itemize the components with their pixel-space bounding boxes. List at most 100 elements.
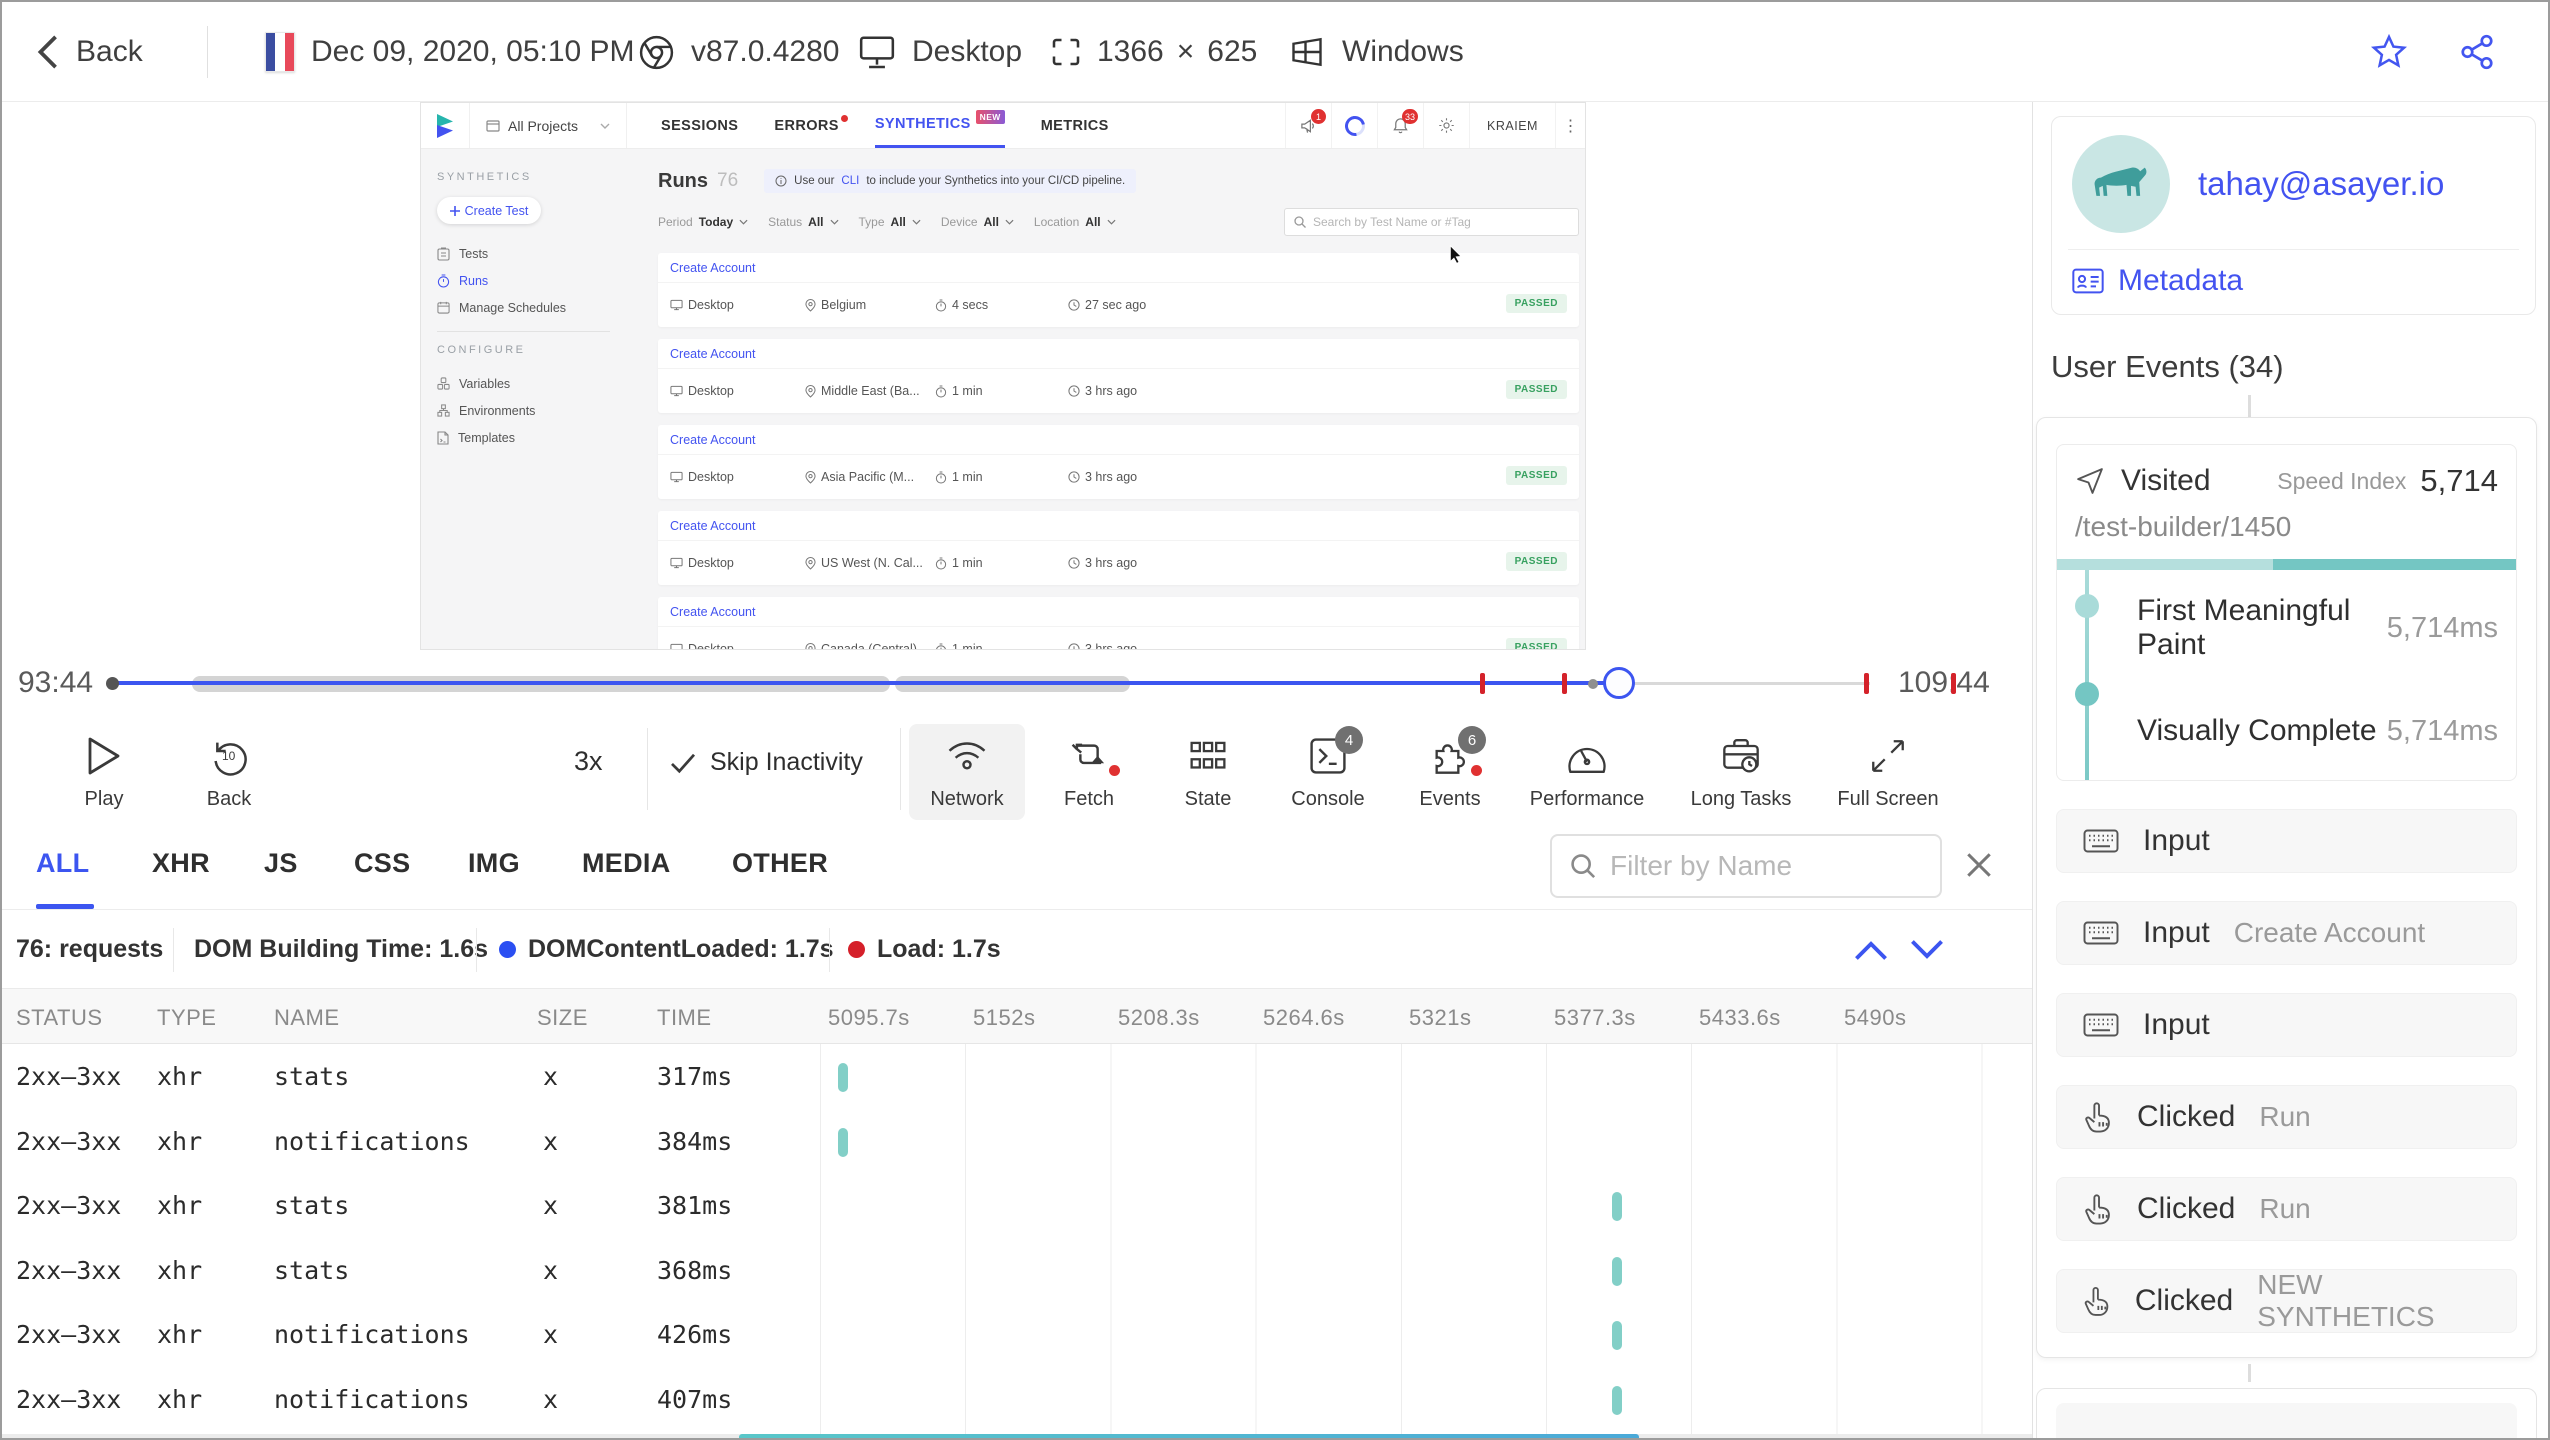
col-type[interactable]: TYPE [157, 1005, 216, 1031]
play-button[interactable]: Play [54, 724, 154, 820]
filter-by-name-input[interactable]: Filter by Name [1550, 834, 1942, 898]
state-panel-button[interactable]: State [1150, 724, 1266, 820]
favorite-button[interactable] [2370, 2, 2408, 102]
events-panel-button[interactable]: 6 Events [1392, 724, 1508, 820]
event-marker[interactable] [1562, 673, 1567, 694]
metadata-button[interactable]: Metadata [2072, 264, 2515, 298]
player-timeline[interactable]: 93:44 109:44 [2, 650, 2032, 714]
horizontal-scrollbar[interactable] [2, 1434, 2032, 1438]
event-item-clicked[interactable]: Clicked Run [2056, 1177, 2517, 1241]
network-panel-button[interactable]: Network [909, 724, 1025, 820]
tab-sessions[interactable]: SESSIONS [661, 103, 738, 148]
back-button[interactable]: Back [36, 2, 143, 102]
scrollbar-thumb[interactable] [739, 1434, 1639, 1438]
event-item-input[interactable]: Input [2056, 809, 2517, 873]
long-tasks-panel-button[interactable]: Long Tasks [1674, 724, 1808, 820]
console-panel-button[interactable]: 4 Console [1270, 724, 1386, 820]
sidebar-item-runs[interactable]: Runs [437, 267, 626, 294]
filter-device[interactable]: Device All [941, 215, 1014, 229]
event-item-clicked[interactable]: Clicked NEW SYNTHETICS [2056, 1269, 2517, 1333]
tab-other[interactable]: OTHER [732, 848, 828, 879]
run-name-link[interactable]: Create Account [658, 425, 1579, 455]
tab-css[interactable]: CSS [354, 848, 410, 879]
chevron-down-icon [912, 219, 921, 225]
country-flag-icon [265, 32, 295, 72]
timeline-scrubber[interactable] [1603, 667, 1635, 699]
speed-toggle[interactable]: 3x [574, 746, 603, 777]
sidebar-item-templates[interactable]: Templates [437, 424, 626, 451]
tab-js[interactable]: JS [264, 848, 298, 879]
request-row[interactable]: 2xx–3xx xhr notifications x 426ms [2, 1303, 2032, 1368]
event-marker[interactable] [1480, 673, 1485, 694]
run-card[interactable]: Create Account Desktop Middle East (Ba..… [658, 339, 1579, 413]
run-card[interactable]: Create Account Desktop Asia Pacific (M..… [658, 425, 1579, 499]
run-card[interactable]: Create Account Desktop US West (N. Cal..… [658, 511, 1579, 585]
sidebar-item-manage-schedules[interactable]: Manage Schedules [437, 294, 626, 321]
filter-type[interactable]: Type All [859, 215, 921, 229]
monitor-icon [670, 299, 683, 311]
network-panel: ALL XHR JS CSS IMG MEDIA OTHER Filter by… [2, 824, 2032, 1438]
performance-panel-button[interactable]: Performance [1514, 724, 1660, 820]
request-row[interactable]: 2xx–3xx xhr notifications x 384ms [2, 1110, 2032, 1175]
jump-prev-button[interactable] [1854, 938, 1888, 962]
event-marker[interactable] [1951, 673, 1956, 694]
full-screen-button[interactable]: Full Screen [1818, 724, 1958, 820]
test-search-input[interactable]: Search by Test Name or #Tag [1284, 208, 1579, 236]
sidebar-item-environments[interactable]: Environments [437, 397, 626, 424]
topbar: Back Dec 09, 2020, 05:10 PM v87.0.4280 D… [2, 2, 2548, 102]
kebab-menu[interactable]: ⋮ [1555, 103, 1585, 148]
filter-status[interactable]: Status All [768, 215, 839, 229]
create-test-button[interactable]: Create Test [437, 197, 541, 224]
tab-metrics[interactable]: METRICS [1041, 103, 1109, 148]
user-email-link[interactable]: tahay@asayer.io [2198, 165, 2444, 203]
request-row[interactable]: 2xx–3xx xhr notifications x 407ms [2, 1368, 2032, 1433]
tab-errors[interactable]: ERRORS [774, 103, 848, 148]
event-item-clicked[interactable]: Clicked Run [2056, 1085, 2517, 1149]
event-item[interactable] [2056, 1403, 2517, 1438]
tab-synthetics[interactable]: SYNTHETICS NEW [874, 103, 1005, 148]
announcements-button[interactable]: 1 [1285, 103, 1331, 148]
fetch-panel-button[interactable]: Fetch [1031, 724, 1147, 820]
waterfall-bar [838, 1127, 848, 1157]
event-item-input[interactable]: Input Create Account [2056, 901, 2517, 965]
run-card[interactable]: Create Account Desktop Belgium 4 secs 27… [658, 253, 1579, 327]
run-card[interactable]: Create Account Desktop Canada (Central) … [658, 597, 1579, 649]
event-marker[interactable] [1864, 673, 1869, 694]
filter-period[interactable]: Period Today [658, 215, 748, 229]
tab-all[interactable]: ALL [36, 848, 89, 879]
run-name-link[interactable]: Create Account [658, 253, 1579, 283]
request-row[interactable]: 2xx–3xx xhr stats x 317ms [2, 1045, 2032, 1110]
filter-location[interactable]: Location All [1034, 215, 1116, 229]
close-icon[interactable] [1964, 850, 1994, 880]
user-menu[interactable]: KRAIEM [1469, 103, 1555, 148]
time-col-label: 5152s [973, 1005, 1036, 1030]
settings-button[interactable] [1423, 103, 1469, 148]
replay-app-tabs: SESSIONS ERRORS SYNTHETICS NEW METRICS [661, 103, 1109, 148]
request-row[interactable]: 2xx–3xx xhr stats x 381ms [2, 1174, 2032, 1239]
sidebar-item-tests[interactable]: Tests [437, 240, 626, 267]
tab-xhr[interactable]: XHR [152, 848, 210, 879]
col-status[interactable]: STATUS [16, 1005, 103, 1031]
tab-img[interactable]: IMG [468, 848, 520, 879]
clock-icon [1068, 299, 1080, 311]
fullscreen-icon [1872, 740, 1904, 772]
notifications-button[interactable]: 33 [1377, 103, 1423, 148]
sidebar-section-synthetics: SYNTHETICS [437, 171, 532, 183]
run-name-link[interactable]: Create Account [658, 339, 1579, 369]
share-button[interactable] [2458, 2, 2496, 102]
cli-link[interactable]: CLI [841, 175, 859, 187]
jump-next-button[interactable] [1910, 938, 1944, 962]
tab-media[interactable]: MEDIA [582, 848, 671, 879]
back-10-button[interactable]: 10 Back [174, 724, 284, 820]
visited-event-card[interactable]: Visited Speed Index 5,714 /test-builder/… [2056, 444, 2517, 781]
request-row[interactable]: 2xx–3xx xhr stats x 368ms [2, 1239, 2032, 1304]
event-item-input[interactable]: Input [2056, 993, 2517, 1057]
project-selector[interactable]: All Projects [469, 103, 628, 148]
run-name-link[interactable]: Create Account [658, 511, 1579, 541]
col-name[interactable]: NAME [274, 1005, 340, 1031]
sidebar-item-variables[interactable]: Variables [437, 370, 626, 397]
skip-inactivity-toggle[interactable]: Skip Inactivity [670, 748, 863, 777]
run-name-link[interactable]: Create Account [658, 597, 1579, 627]
col-size[interactable]: SIZE [537, 1005, 588, 1031]
col-time[interactable]: TIME [657, 1005, 712, 1031]
